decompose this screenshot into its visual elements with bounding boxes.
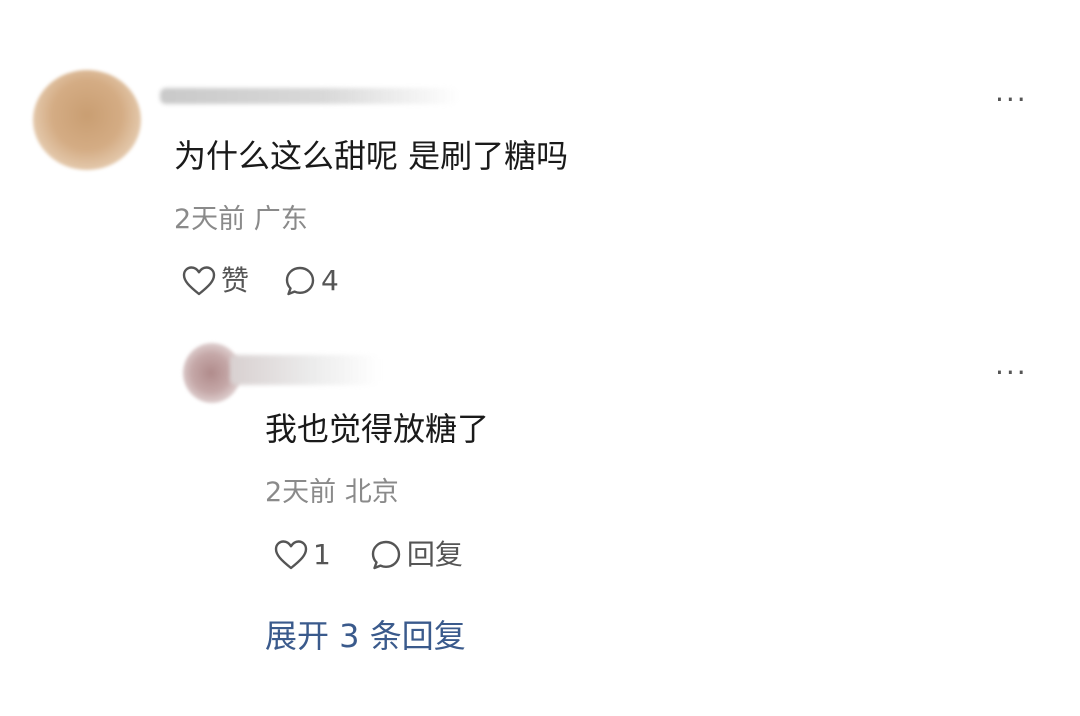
comment-actions: 赞 4 [181, 264, 339, 298]
reply-more-options-button[interactable]: ... [995, 351, 1028, 379]
expand-replies-link[interactable]: 展开 3 条回复 [265, 620, 466, 652]
heart-icon [182, 266, 216, 296]
more-options-button[interactable]: ... [995, 78, 1028, 106]
comment-text: 为什么这么甜呢 是刷了糖吗 [174, 137, 569, 175]
like-button[interactable]: 赞 [181, 264, 249, 298]
heart-icon [274, 540, 308, 570]
reply-button[interactable]: 回复 [369, 538, 463, 572]
username-blurred[interactable] [160, 88, 460, 104]
reply-like-button[interactable]: 1 [273, 538, 331, 572]
avatar[interactable] [33, 70, 141, 170]
reply-text: 我也觉得放糖了 [265, 410, 490, 448]
comment-bubble-icon [371, 540, 401, 570]
reply-button-label: 回复 [406, 538, 463, 571]
comment-meta: 2天前 广东 [174, 204, 308, 235]
comment-bubble-icon [285, 266, 315, 296]
reply-actions: 1 回复 [273, 538, 463, 572]
reply-count-button[interactable]: 4 [283, 264, 339, 298]
comment-thread: ... 为什么这么甜呢 是刷了糖吗 2天前 广东 赞 4 ... 我也觉得放糖了… [0, 0, 1080, 716]
reply-meta: 2天前 北京 [265, 477, 399, 508]
reply-count: 4 [321, 264, 339, 297]
like-label: 赞 [221, 264, 250, 297]
reply-like-count: 1 [313, 538, 331, 571]
reply-username-blurred[interactable] [230, 355, 380, 385]
